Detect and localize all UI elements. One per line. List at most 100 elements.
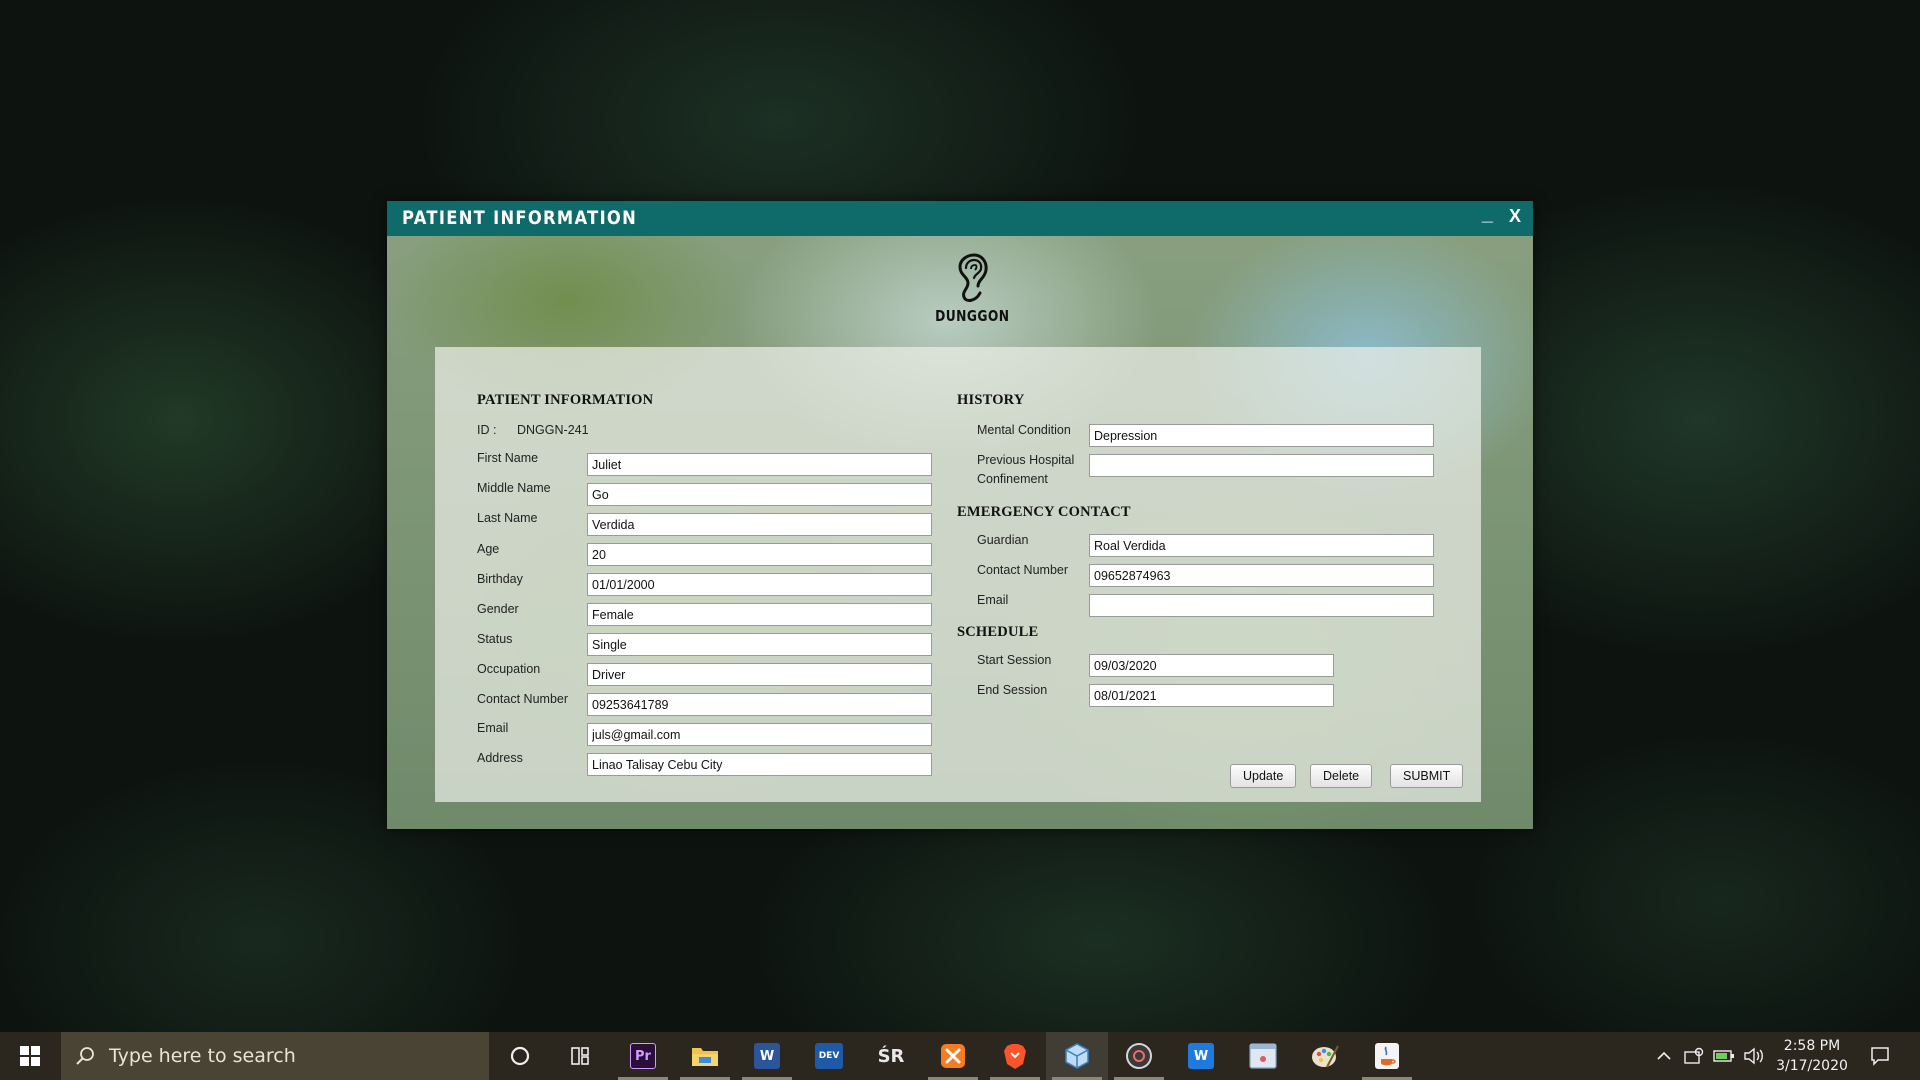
taskbar-paint[interactable] [1294, 1032, 1356, 1080]
xampp-icon [941, 1044, 965, 1068]
contact-number-field[interactable] [587, 693, 932, 716]
task-view-icon [571, 1047, 589, 1065]
taskbar-java[interactable] [1356, 1032, 1418, 1080]
emergency-contact-heading: EMERGENCY CONTACT [957, 504, 1131, 520]
taskbar-virtualbox[interactable] [1046, 1032, 1108, 1080]
action-center-button[interactable] [1862, 1032, 1898, 1080]
java-icon [1375, 1043, 1399, 1069]
chevron-up-icon [1657, 1051, 1671, 1060]
emergency-contact-number-label: Contact Number [977, 563, 1069, 577]
ear-icon [958, 253, 988, 302]
email-label: Email [477, 721, 509, 735]
taskbar-window-app[interactable] [1232, 1032, 1294, 1080]
end-session-field[interactable] [1089, 684, 1334, 707]
mental-condition-field[interactable] [1089, 424, 1434, 447]
confinement-label: Confinement [977, 472, 1048, 486]
paint-icon [1312, 1045, 1339, 1068]
sr-app-icon: ŚR [877, 1045, 905, 1067]
taskbar-media-player[interactable] [1108, 1032, 1170, 1080]
start-session-field[interactable] [1089, 654, 1334, 677]
middle-name-label: Middle Name [477, 481, 551, 495]
taskbar-wps-writer[interactable]: W [1170, 1032, 1232, 1080]
windows-icon [20, 1046, 40, 1066]
show-hidden-icons-button[interactable] [1652, 1032, 1676, 1080]
logo-text: DUNGGON [935, 307, 1010, 325]
window-titlebar[interactable]: PATIENT INFORMATION _ X [387, 201, 1533, 236]
taskbar-premiere-pro[interactable]: Pr [612, 1032, 674, 1080]
update-button[interactable]: Update [1230, 764, 1297, 788]
last-name-label: Last Name [477, 511, 538, 525]
cortana-button[interactable] [489, 1032, 551, 1080]
emergency-email-field[interactable] [1089, 594, 1434, 617]
occupation-field[interactable] [587, 663, 932, 686]
history-heading: HISTORY [957, 392, 1025, 408]
gender-field[interactable] [587, 603, 932, 626]
status-field[interactable] [587, 633, 932, 656]
brave-icon [1004, 1043, 1026, 1069]
gender-label: Gender [477, 602, 519, 616]
taskbar-sr-app[interactable]: ŚR [860, 1032, 922, 1080]
taskbar-file-explorer[interactable] [674, 1032, 736, 1080]
emergency-contact-number-field[interactable] [1089, 564, 1434, 587]
guardian-label: Guardian [977, 533, 1029, 547]
birthday-label: Birthday [477, 572, 523, 586]
submit-button[interactable]: SUBMIT [1390, 764, 1464, 788]
occupation-label: Occupation [477, 662, 541, 676]
start-session-label: Start Session [977, 653, 1052, 667]
previous-hospital-field[interactable] [1089, 454, 1434, 477]
previous-hospital-label: Previous Hospital [977, 453, 1075, 467]
taskbar-search-box[interactable]: Type here to search [61, 1032, 489, 1080]
patient-information-heading: PATIENT INFORMATION [477, 392, 654, 408]
window-app-icon [1249, 1043, 1277, 1069]
network-icon [1684, 1047, 1704, 1064]
id-value: DNGGN-241 [517, 423, 589, 437]
tray-network[interactable] [1680, 1032, 1708, 1080]
virtualbox-icon [1065, 1043, 1089, 1069]
age-label: Age [477, 542, 500, 556]
end-session-label: End Session [977, 683, 1048, 697]
cortana-icon [510, 1046, 530, 1066]
task-view-button[interactable] [550, 1032, 612, 1080]
taskbar-word[interactable]: W [736, 1032, 798, 1080]
age-field[interactable] [587, 543, 932, 566]
mental-condition-label: Mental Condition [977, 423, 1071, 437]
devc-icon: DEV [815, 1043, 843, 1069]
taskbar-clock[interactable]: 2:58 PM 3/17/2020 [1762, 1036, 1862, 1076]
dunggon-logo: DUNGGON [927, 253, 1017, 343]
form-panel: PATIENT INFORMATION ID : DNGGN-241 First… [435, 347, 1481, 802]
close-button[interactable]: X [1509, 206, 1521, 227]
patient-information-window: PATIENT INFORMATION _ X DUNGGON PATIENT … [387, 201, 1533, 829]
taskbar: Type here to search Pr W DEV ŚR W 2:58 P… [0, 1032, 1920, 1080]
address-label: Address [477, 751, 523, 765]
taskbar-devc[interactable]: DEV [798, 1032, 860, 1080]
status-label: Status [477, 632, 513, 646]
minimize-button[interactable]: _ [1482, 203, 1493, 226]
email-field[interactable] [587, 723, 932, 746]
schedule-heading: SCHEDULE [957, 624, 1039, 640]
first-name-label: First Name [477, 451, 539, 465]
window-title: PATIENT INFORMATION [402, 207, 638, 229]
taskbar-xampp[interactable] [922, 1032, 984, 1080]
clock-time: 2:58 PM [1783, 1038, 1841, 1054]
file-explorer-icon [692, 1048, 718, 1066]
delete-button[interactable]: Delete [1310, 764, 1373, 788]
wps-writer-icon: W [1188, 1043, 1214, 1069]
last-name-field[interactable] [587, 513, 932, 536]
media-player-icon [1126, 1043, 1152, 1069]
first-name-field[interactable] [587, 453, 932, 476]
address-field[interactable] [587, 753, 932, 776]
contact-number-label: Contact Number [477, 692, 569, 706]
middle-name-field[interactable] [587, 483, 932, 506]
search-placeholder: Type here to search [109, 1045, 296, 1067]
search-icon [76, 1047, 94, 1065]
word-icon: W [754, 1043, 780, 1069]
id-label: ID : [477, 423, 497, 437]
start-button[interactable] [0, 1032, 60, 1080]
taskbar-brave[interactable] [984, 1032, 1046, 1080]
tray-battery[interactable] [1710, 1032, 1738, 1080]
emergency-email-label: Email [977, 593, 1009, 607]
guardian-field[interactable] [1089, 534, 1434, 557]
battery-icon [1713, 1050, 1734, 1062]
birthday-field[interactable] [587, 573, 932, 596]
notification-icon [1871, 1047, 1889, 1066]
